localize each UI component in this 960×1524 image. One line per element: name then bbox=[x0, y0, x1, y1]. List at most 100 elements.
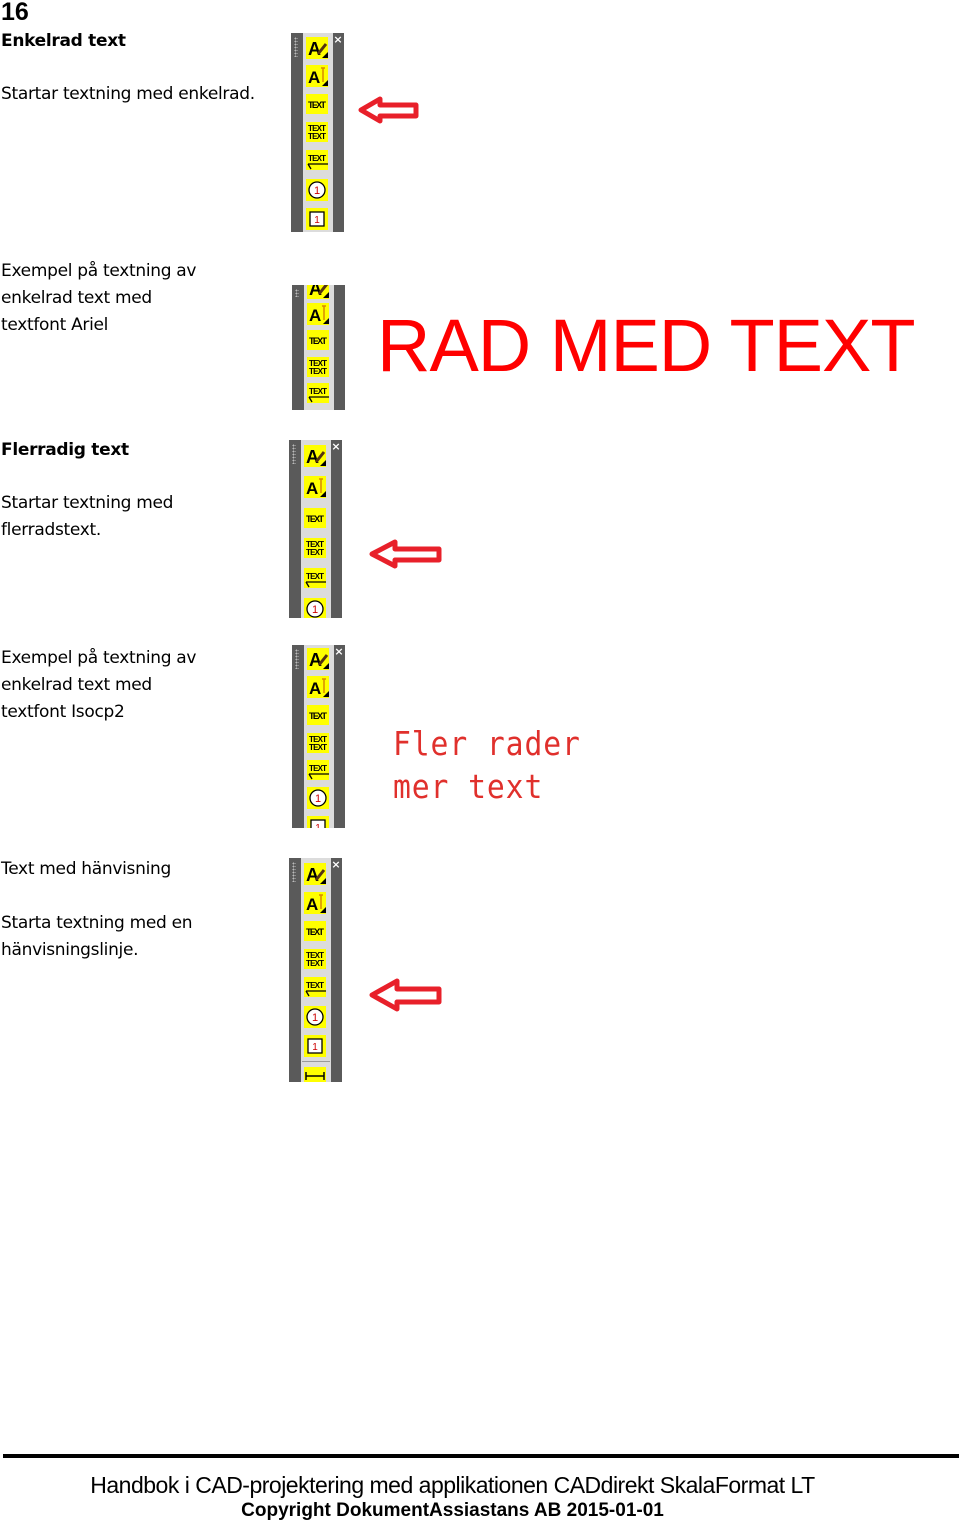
footer-divider bbox=[3, 1454, 959, 1458]
section-description-hanvisning: Starta textning med en hänvisningslinje. bbox=[1, 910, 193, 964]
toolbar-grip[interactable] bbox=[295, 289, 299, 297]
text-style-button[interactable]: A bbox=[302, 862, 328, 886]
dimension-icon bbox=[304, 1067, 326, 1082]
text-style-icon: A bbox=[306, 37, 328, 59]
svg-text:1: 1 bbox=[315, 823, 321, 828]
svg-text:1: 1 bbox=[314, 185, 320, 197]
svg-text:A: A bbox=[309, 306, 321, 325]
multiline-text-icon: TEXTTEXT bbox=[306, 122, 328, 142]
text-height-icon: A bbox=[306, 65, 328, 87]
multiline-text-button[interactable]: TEXT TEXT bbox=[302, 947, 328, 971]
leader-text-button[interactable]: TEXT bbox=[304, 148, 330, 172]
balloon-square-button[interactable]: 1 bbox=[302, 1034, 328, 1058]
balloon-circle-button[interactable]: 1 bbox=[305, 786, 331, 810]
text-style-button[interactable]: A bbox=[305, 647, 331, 671]
close-icon[interactable]: × bbox=[333, 34, 343, 45]
toolbar-grip[interactable] bbox=[292, 862, 296, 882]
svg-text:1: 1 bbox=[312, 1012, 318, 1024]
svg-text:TEXT: TEXT bbox=[306, 927, 325, 937]
balloon-square-icon: 1 bbox=[307, 816, 329, 828]
svg-text:A: A bbox=[308, 39, 321, 59]
balloon-circle-icon: 1 bbox=[304, 1006, 326, 1028]
close-icon[interactable]: × bbox=[331, 859, 341, 870]
dimension-button[interactable] bbox=[302, 1066, 328, 1082]
single-line-text-button[interactable]: TEXT bbox=[305, 703, 331, 727]
svg-text:A: A bbox=[308, 68, 320, 87]
svg-text:TEXT: TEXT bbox=[306, 548, 324, 557]
close-icon[interactable]: × bbox=[331, 441, 341, 452]
single-line-text-button[interactable]: TEXT bbox=[302, 919, 328, 943]
leader-text-button[interactable]: TEXT bbox=[305, 381, 331, 405]
left-arrow-icon bbox=[369, 539, 442, 569]
text-height-button[interactable]: A bbox=[302, 475, 328, 499]
section-heading-flerradig: Flerradig text bbox=[1, 440, 129, 460]
section-description-enkelrad: Startar textning med enkelrad. bbox=[1, 84, 255, 104]
text-style-icon: A bbox=[307, 285, 329, 299]
text-toolbar-1: × A A TEXT TEXT TEXT TEXT 1 1 bbox=[291, 33, 344, 232]
example-line: textfont Ariel bbox=[1, 315, 109, 335]
example-line: enkelrad text med bbox=[1, 288, 152, 308]
description-line: hänvisningslinje. bbox=[1, 940, 139, 960]
text-style-icon: A bbox=[304, 863, 326, 885]
leader-text-icon: TEXT bbox=[307, 383, 329, 403]
multiline-text-icon: TEXTTEXT bbox=[304, 949, 326, 969]
close-icon[interactable]: × bbox=[334, 646, 344, 657]
svg-text:A: A bbox=[306, 895, 318, 914]
text-style-button[interactable]: A bbox=[304, 36, 330, 60]
text-height-button[interactable]: A bbox=[304, 64, 330, 88]
text-toolbar-5: × A A TEXT TEXT TEXT TEXT 1 1 bbox=[289, 858, 342, 1082]
toolbar-grip[interactable] bbox=[295, 649, 299, 669]
balloon-square-button[interactable]: 1 bbox=[304, 207, 330, 231]
left-arrow-icon bbox=[369, 978, 442, 1012]
text-style-button[interactable]: A bbox=[302, 444, 328, 468]
text-toolbar-2: A A TEXT TEXT TEXT TEXT bbox=[292, 285, 345, 410]
multiline-text-button[interactable]: TEXT TEXT bbox=[305, 731, 331, 755]
single-line-text-button[interactable]: TEXT bbox=[305, 328, 331, 352]
section-heading-enkelrad: Enkelrad text bbox=[1, 31, 126, 51]
text-height-button[interactable]: A bbox=[302, 891, 328, 915]
multiline-text-icon: TEXTTEXT bbox=[307, 357, 329, 377]
leader-text-button[interactable]: TEXT bbox=[305, 758, 331, 782]
svg-text:TEXT: TEXT bbox=[308, 100, 327, 110]
multiline-text-button[interactable]: TEXT TEXT bbox=[302, 536, 328, 560]
toolbar-grip[interactable] bbox=[294, 37, 298, 57]
multiline-text-icon: TEXTTEXT bbox=[307, 733, 329, 753]
leader-text-icon: TEXT bbox=[304, 568, 326, 588]
balloon-circle-button[interactable]: 1 bbox=[302, 597, 328, 618]
text-height-icon: A bbox=[307, 676, 329, 698]
single-line-text-button[interactable]: TEXT bbox=[302, 506, 328, 530]
leader-text-icon: TEXT bbox=[307, 760, 329, 780]
left-arrow-icon bbox=[358, 96, 419, 124]
multiline-text-button[interactable]: TEXT TEXT bbox=[304, 120, 330, 144]
single-line-text-icon: TEXT bbox=[307, 330, 329, 350]
svg-text:TEXT: TEXT bbox=[309, 367, 327, 376]
example-line: Exempel på textning av bbox=[1, 648, 197, 668]
balloon-circle-button[interactable]: 1 bbox=[302, 1005, 328, 1029]
balloon-circle-button[interactable]: 1 bbox=[304, 178, 330, 202]
description-line: Startar textning med bbox=[1, 493, 174, 513]
leader-text-button[interactable]: TEXT bbox=[302, 566, 328, 590]
svg-text:A: A bbox=[309, 679, 321, 698]
balloon-square-icon: 1 bbox=[304, 1035, 326, 1057]
svg-text:A: A bbox=[309, 650, 322, 670]
sample-text-isocp2-line-1: Fler rader bbox=[393, 724, 581, 763]
description-line: Starta textning med en bbox=[1, 913, 193, 933]
svg-text:TEXT: TEXT bbox=[306, 981, 324, 990]
text-height-button[interactable]: A bbox=[305, 675, 331, 699]
text-style-icon: A bbox=[307, 648, 329, 670]
balloon-square-button[interactable]: 1 bbox=[305, 815, 331, 828]
toolbar-grip[interactable] bbox=[292, 444, 296, 464]
single-line-text-button[interactable]: TEXT bbox=[304, 92, 330, 116]
text-style-button[interactable]: A bbox=[305, 285, 331, 300]
multiline-text-button[interactable]: TEXT TEXT bbox=[305, 355, 331, 379]
text-height-icon: A bbox=[307, 303, 329, 325]
description-line: flerradstext. bbox=[1, 520, 101, 540]
balloon-square-icon: 1 bbox=[306, 208, 328, 230]
page-number: 16 bbox=[1, 0, 29, 26]
sample-text-isocp2-line-2: mer text bbox=[393, 767, 544, 806]
svg-text:A: A bbox=[306, 447, 319, 467]
text-height-button[interactable]: A bbox=[305, 302, 331, 326]
svg-text:A: A bbox=[306, 865, 319, 885]
leader-text-button[interactable]: TEXT bbox=[302, 975, 328, 999]
example-line: Exempel på textning av bbox=[1, 261, 197, 281]
